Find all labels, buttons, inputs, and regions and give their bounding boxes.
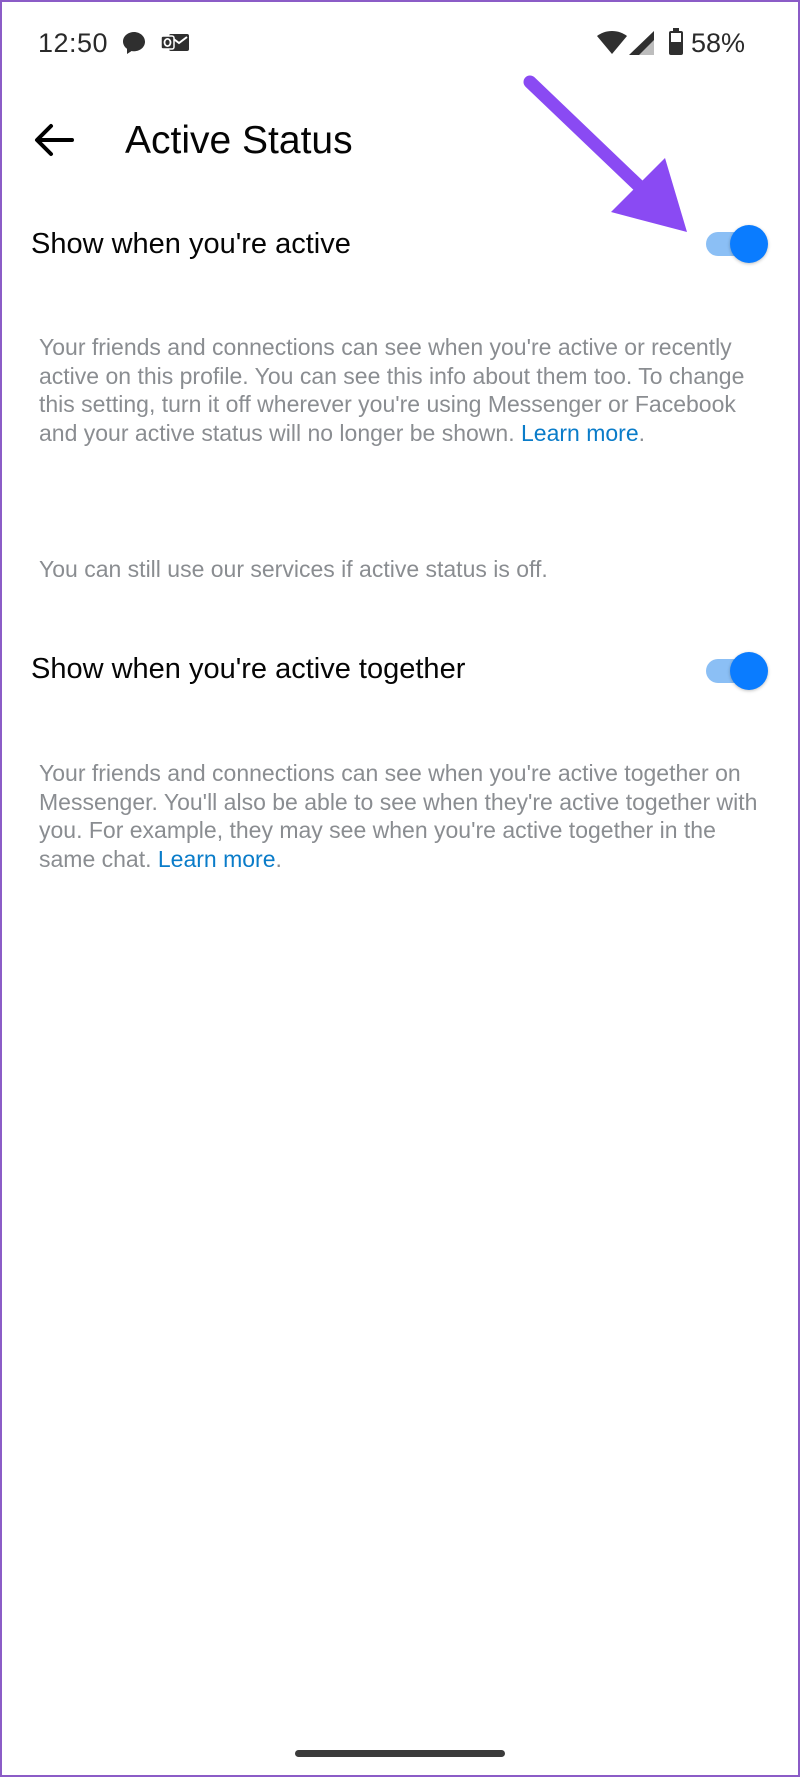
signal-icon [629,31,655,60]
page-title: Active Status [125,119,353,162]
home-indicator[interactable] [295,1750,505,1757]
description-suffix: . [275,845,282,872]
learn-more-link[interactable]: Learn more [521,420,639,446]
annotation-arrow-icon [515,72,695,247]
description-suffix: . [638,419,646,446]
back-button[interactable] [30,118,78,166]
outlook-mail-icon [160,30,190,61]
show-active-together-toggle[interactable] [704,650,768,690]
description-text: Your friends and connections can see whe… [39,760,758,872]
show-active-toggle[interactable] [704,223,768,263]
setting-label-show-active-together[interactable]: Show when you're active together [31,653,465,686]
status-time: 12:50 [38,28,109,58]
show-active-together-description: Your friends and connections can see whe… [39,759,769,873]
show-active-description: Your friends and connections can see whe… [39,333,769,447]
battery-percentage: 58% [691,28,746,58]
toggle-thumb [730,652,768,690]
toggle-thumb [730,225,768,263]
chat-icon [121,30,147,61]
active-status-note: You can still use our services if active… [39,556,548,582]
screenshot-border [0,0,800,1777]
learn-more-link[interactable]: Learn more [158,846,276,872]
wifi-icon [597,31,627,60]
setting-label-show-active[interactable]: Show when you're active [31,228,351,261]
back-arrow-icon [34,123,74,162]
battery-icon [668,28,684,61]
